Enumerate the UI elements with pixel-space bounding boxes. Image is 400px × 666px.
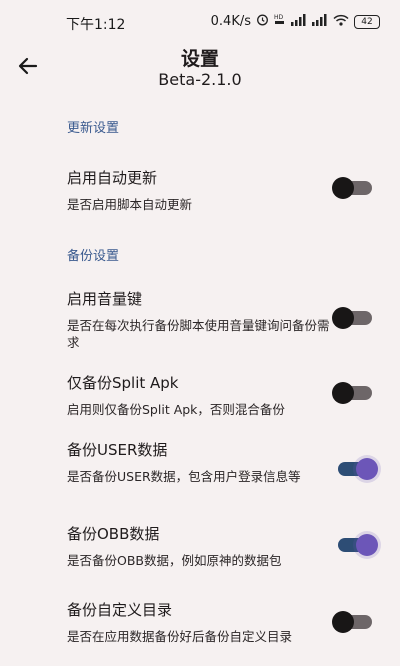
alarm-icon: [256, 13, 269, 30]
setting-user-data[interactable]: 备份USER数据 是否备份USER数据，包含用户登录信息等: [67, 439, 337, 485]
toggle-knob: [332, 307, 354, 329]
setting-title: 启用音量键: [67, 290, 143, 308]
network-speed: 0.4K/s: [210, 14, 251, 29]
setting-title: 启用自动更新: [67, 169, 158, 187]
page-title: 设置: [180, 48, 219, 70]
toggle-user-data[interactable]: [338, 458, 378, 480]
toggle-auto-update[interactable]: [332, 177, 372, 199]
setting-desc: 是否在应用数据备份好后备份自定义目录: [67, 629, 293, 644]
status-bar: 下午1:12 0.4K/s HD 42: [0, 0, 400, 40]
hd-icon: HD: [274, 13, 286, 30]
setting-desc: 是否备份OBB数据，例如原神的数据包: [67, 553, 282, 568]
wifi-icon: [333, 14, 349, 30]
setting-obb-data[interactable]: 备份OBB数据 是否备份OBB数据，例如原神的数据包: [67, 523, 337, 569]
status-time: 下午1:12: [66, 17, 126, 33]
version-label: Beta-2.1.0: [158, 70, 242, 89]
toggle-knob: [332, 177, 354, 199]
setting-custom-dir[interactable]: 备份自定义目录 是否在应用数据备份好后备份自定义目录: [67, 599, 337, 645]
setting-desc: 是否备份USER数据，包含用户登录信息等: [67, 469, 301, 484]
setting-desc: 是否启用脚本自动更新: [67, 197, 193, 212]
setting-desc: 启用则仅备份Split Apk，否则混合备份: [67, 402, 285, 417]
toggle-obb-data[interactable]: [338, 534, 378, 556]
svg-text:HD: HD: [274, 14, 284, 21]
setting-split-apk[interactable]: 仅备份Split Apk 启用则仅备份Split Apk，否则混合备份: [67, 372, 337, 418]
section-label-backup: 备份设置: [67, 249, 120, 264]
toggle-split-apk[interactable]: [332, 382, 372, 404]
signal-icon-2: [312, 13, 328, 30]
setting-volume-key[interactable]: 启用音量键 是否在每次执行备份脚本使用音量键询问备份需求: [67, 288, 337, 351]
section-label-update: 更新设置: [67, 121, 120, 136]
toggle-volume-key[interactable]: [332, 307, 372, 329]
toggle-knob: [332, 382, 354, 404]
toggle-knob: [356, 534, 378, 556]
setting-auto-update[interactable]: 启用自动更新 是否启用脚本自动更新: [67, 167, 337, 213]
toggle-knob: [332, 611, 354, 633]
setting-title: 仅备份Split Apk: [67, 374, 179, 392]
signal-icon: [291, 13, 307, 30]
status-icons: 0.4K/s HD 42: [211, 13, 380, 30]
toggle-custom-dir[interactable]: [332, 611, 372, 633]
setting-desc: 是否在每次执行备份脚本使用音量键询问备份需求: [67, 318, 330, 350]
setting-title: 备份OBB数据: [67, 525, 160, 543]
toggle-knob: [356, 458, 378, 480]
setting-title: 备份USER数据: [67, 441, 168, 459]
battery-indicator: 42: [354, 14, 380, 29]
setting-title: 备份自定义目录: [67, 601, 173, 619]
